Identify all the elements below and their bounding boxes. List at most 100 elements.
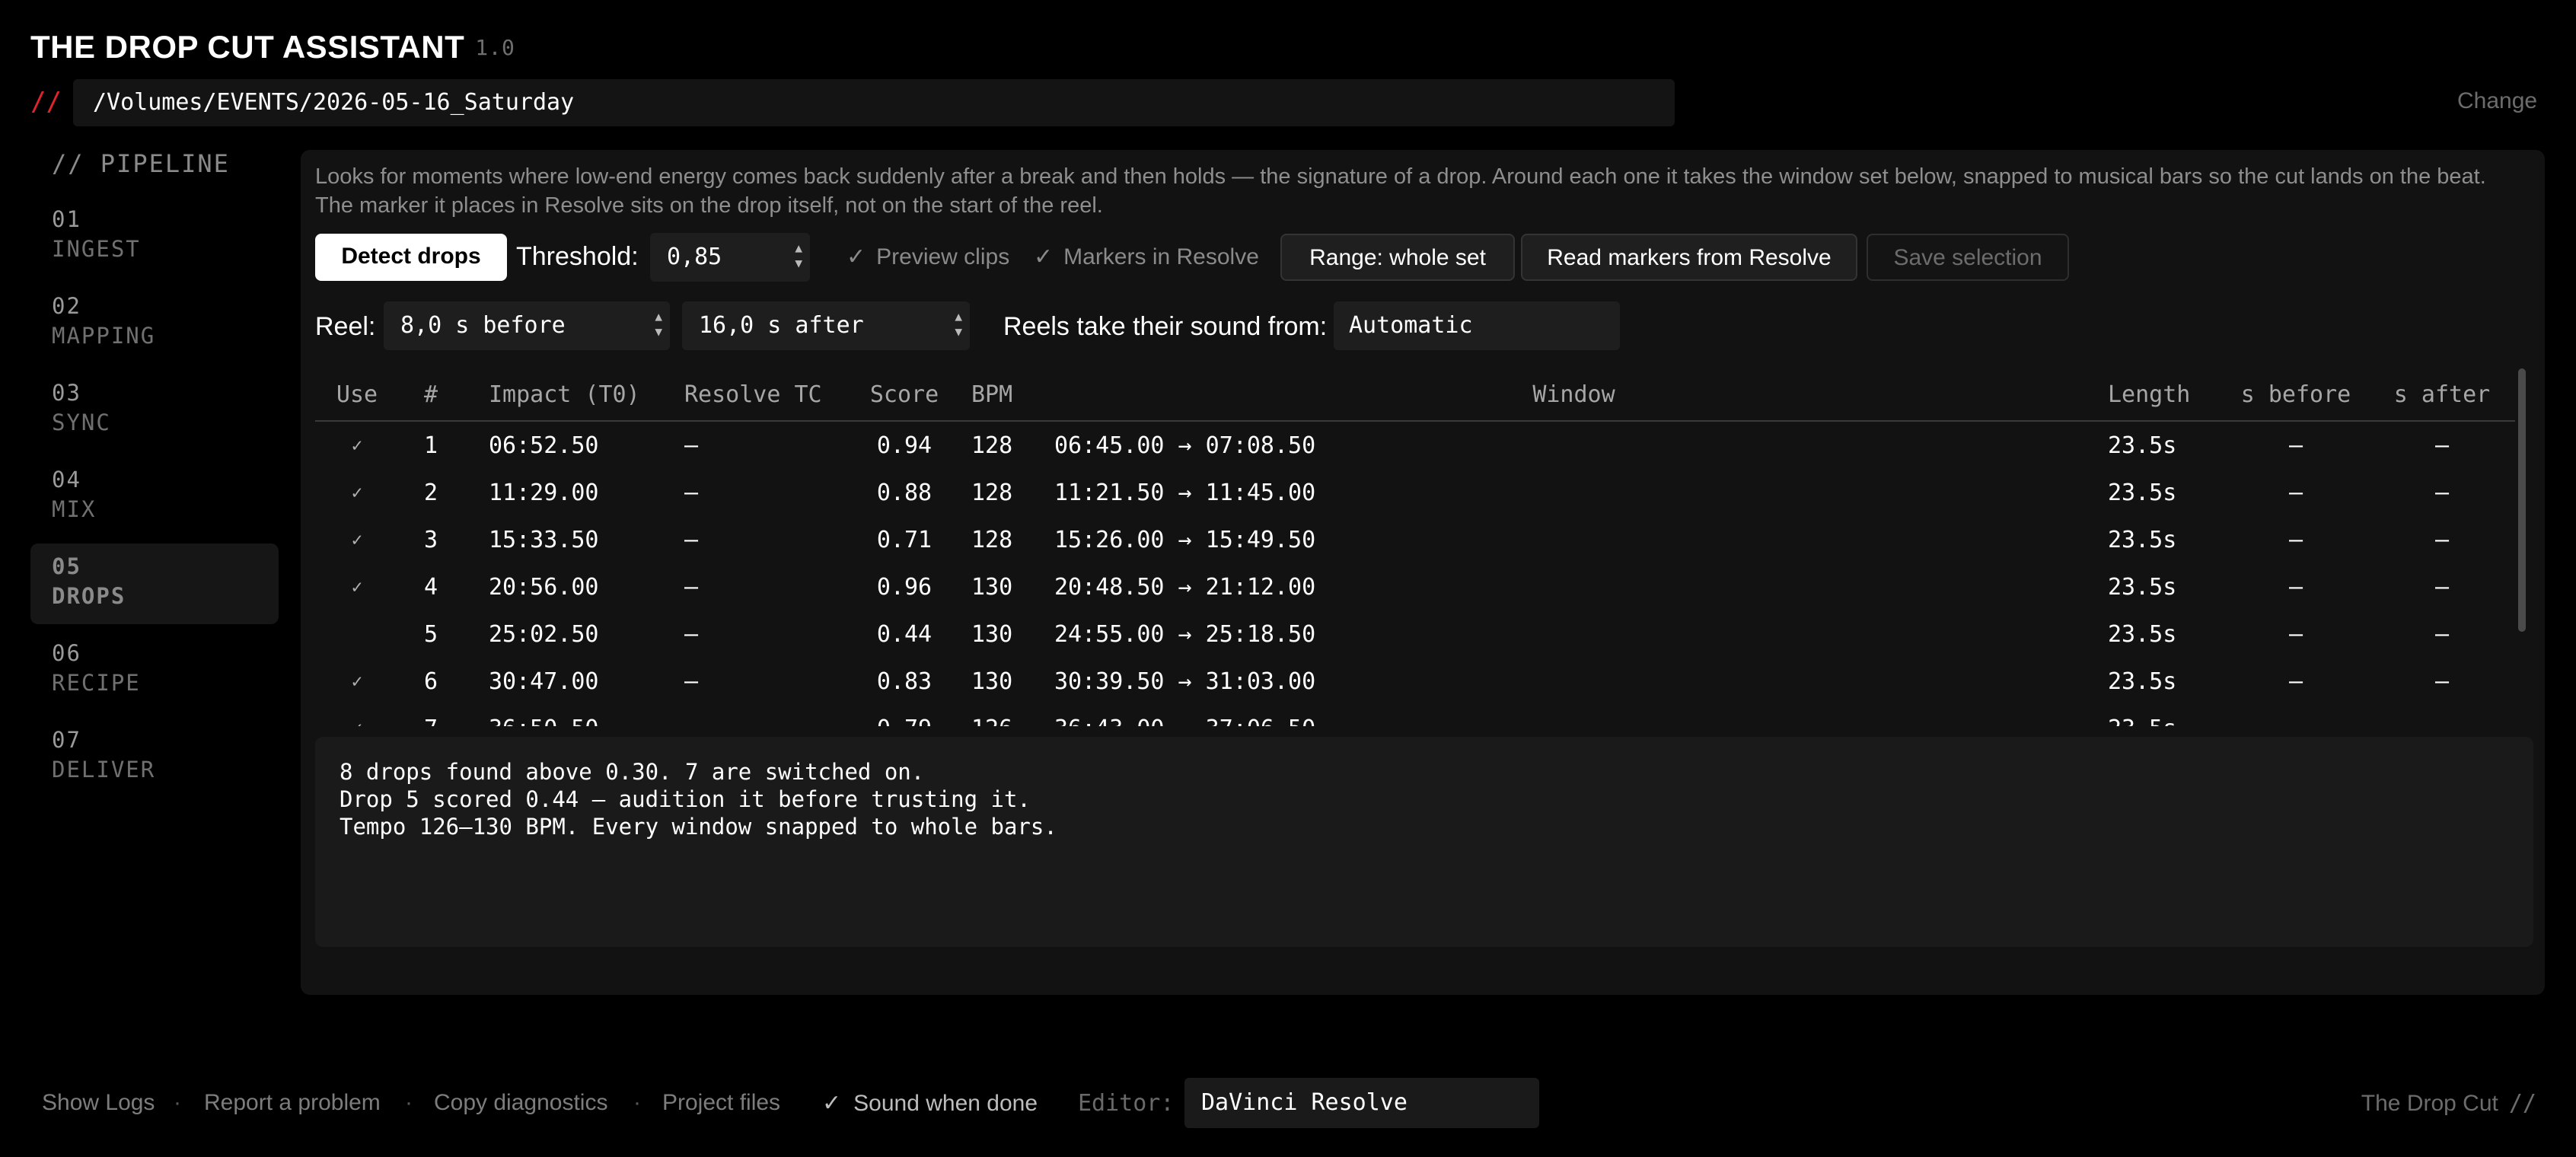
column-header-resolve-tc[interactable]: Resolve TC xyxy=(678,368,851,422)
markers-in-resolve-label: Markers in Resolve xyxy=(1063,244,1259,269)
footer-separator: · xyxy=(633,1090,641,1115)
sidebar-item-number: 02 xyxy=(52,293,81,319)
reel-before-spinbox[interactable]: 8,0 s before ▲ ▼ xyxy=(384,301,670,350)
sound-when-done-checkbox[interactable]: ✓ Sound when done xyxy=(822,1090,1038,1117)
cell-resolve-tc: – xyxy=(684,526,699,553)
table-row[interactable]: ✓ 6 30:47.00 – 0.83 130 30:39.50 → 31:03.00 23.… xyxy=(315,658,2515,705)
cell-score: 0.44 xyxy=(876,620,933,648)
change-path-button[interactable]: Change xyxy=(2457,88,2537,114)
table-row[interactable]: 5 25:02.50 – 0.44 130 24:55.00 → 25:18.50 23.5… xyxy=(315,610,2515,658)
column-header-length[interactable]: Length xyxy=(2094,368,2223,422)
save-selection-button[interactable]: Save selection xyxy=(1867,234,2069,281)
check-icon: ✓ xyxy=(822,1091,842,1116)
column-header-bpm[interactable]: BPM xyxy=(958,368,1045,422)
sidebar-item-number: 04 xyxy=(52,467,81,492)
cell-bpm: 130 xyxy=(971,668,1013,695)
show-logs-link[interactable]: Show Logs xyxy=(42,1090,155,1116)
cell-s-before: – xyxy=(2288,432,2303,459)
read-markers-button[interactable]: Read markers from Resolve xyxy=(1521,234,1857,281)
log-output: 8 drops found above 0.30. 7 are switched… xyxy=(315,737,2533,947)
cell-s-after: – xyxy=(2434,573,2450,601)
cell-length: 23.5s xyxy=(2108,479,2177,506)
cell-use[interactable]: ✓ xyxy=(315,421,399,469)
project-path-field[interactable]: /Volumes/EVENTS/2026-05-16_Saturday xyxy=(73,79,1675,126)
table-row[interactable]: ✓ 3 15:33.50 – 0.71 128 15:26.00 → 15:49.50 23.… xyxy=(315,516,2515,563)
column-header-s-after[interactable]: s after xyxy=(2369,368,2515,422)
spin-arrows-icon[interactable]: ▲ ▼ xyxy=(955,309,962,339)
table-scrollbar[interactable] xyxy=(2515,368,2529,726)
cell-impact: 15:33.50 xyxy=(489,526,599,553)
app-title-text: THE DROP CUT ASSISTANT xyxy=(30,29,465,65)
cell-use[interactable] xyxy=(315,610,399,658)
sidebar-item-label: INGEST xyxy=(52,236,141,262)
column-header-impact[interactable]: Impact (T0) xyxy=(463,368,678,422)
sidebar-item-ingest[interactable]: 01 INGEST xyxy=(30,196,279,277)
cell-use[interactable]: ✓ xyxy=(315,516,399,563)
cell-window: 24:55.00 → 25:18.50 xyxy=(1054,620,1316,648)
cell-length: 23.5s xyxy=(2108,573,2177,601)
table-row[interactable]: ✓ 4 20:56.00 – 0.96 130 20:48.50 → 21:12.00 23.… xyxy=(315,563,2515,610)
cell-s-after: – xyxy=(2434,479,2450,506)
sidebar-item-label: DROPS xyxy=(52,583,126,609)
copy-diagnostics-link[interactable]: Copy diagnostics xyxy=(434,1090,607,1116)
table-row[interactable]: ✓ 2 11:29.00 – 0.88 128 11:21.50 → 11:45.00 23.… xyxy=(315,469,2515,516)
sound-source-label: Reels take their sound from: xyxy=(1003,312,1328,341)
cell-bpm: 128 xyxy=(971,479,1013,506)
cell-impact: 06:52.50 xyxy=(489,432,599,459)
cell-length: 23.5s xyxy=(2108,668,2177,695)
cell-resolve-tc: – xyxy=(684,479,699,506)
cell-bpm: 130 xyxy=(971,620,1013,648)
cell-score: 0.71 xyxy=(876,526,933,553)
app-version: 1.0 xyxy=(475,35,515,60)
brand-slashes: // xyxy=(2508,1090,2536,1117)
detect-drops-button[interactable]: Detect drops xyxy=(315,234,507,281)
spin-arrows-icon[interactable]: ▲ ▼ xyxy=(655,309,662,339)
sidebar-item-mapping[interactable]: 02 MAPPING xyxy=(30,283,279,364)
column-header-window[interactable]: Window xyxy=(1045,368,2094,422)
project-files-link[interactable]: Project files xyxy=(662,1090,780,1116)
cell-s-before: – xyxy=(2288,668,2303,695)
column-header-score[interactable]: Score xyxy=(851,368,958,422)
app-title: THE DROP CUT ASSISTANT 1.0 xyxy=(30,29,515,65)
markers-in-resolve-checkbox[interactable]: ✓ Markers in Resolve xyxy=(1034,244,1259,270)
range-button[interactable]: Range: whole set xyxy=(1280,234,1515,281)
drops-table-container: Use # Impact (T0) Resolve TC Score BPM Window L… xyxy=(315,368,2515,726)
table-row[interactable]: ✓736:50.50–0.7912636:43.00 → 37:06.5023.… xyxy=(315,705,2515,727)
cell-s-after: – xyxy=(2434,620,2450,648)
sidebar-item-drops[interactable]: 05 DROPS xyxy=(30,543,279,624)
scrollbar-thumb[interactable] xyxy=(2518,368,2526,632)
sidebar-item-deliver[interactable]: 07 DELIVER xyxy=(30,717,279,798)
log-line: Drop 5 scored 0.44 — audition it before … xyxy=(340,786,1031,812)
report-problem-link[interactable]: Report a problem xyxy=(204,1090,381,1116)
drops-table: Use # Impact (T0) Resolve TC Score BPM Window L… xyxy=(315,368,2515,726)
column-header-use[interactable]: Use xyxy=(315,368,399,422)
cell-use[interactable]: ✓ xyxy=(315,469,399,516)
sidebar-item-sync[interactable]: 03 SYNC xyxy=(30,370,279,451)
check-icon: ✓ xyxy=(846,244,866,269)
column-header-s-before[interactable]: s before xyxy=(2223,368,2369,422)
cell-impact: 25:02.50 xyxy=(489,620,599,648)
threshold-spinbox[interactable]: 0,85 ▲ ▼ xyxy=(650,233,810,282)
sidebar-item-number: 06 xyxy=(52,640,81,666)
cell-use[interactable]: ✓ xyxy=(315,563,399,610)
reel-after-spinbox[interactable]: 16,0 s after ▲ ▼ xyxy=(682,301,970,350)
cell-bpm: 126 xyxy=(958,705,1045,727)
sidebar-item-recipe[interactable]: 06 RECIPE xyxy=(30,630,279,711)
cell-resolve-tc: – xyxy=(684,573,699,601)
sidebar-item-mix[interactable]: 04 MIX xyxy=(30,457,279,537)
cell-impact: 30:47.00 xyxy=(489,668,599,695)
cell-resolve-tc: – xyxy=(678,705,851,727)
column-header-number[interactable]: # xyxy=(399,368,463,422)
editor-select[interactable]: DaVinci Resolve xyxy=(1184,1078,1539,1128)
cell-bpm: 128 xyxy=(971,526,1013,553)
table-row[interactable]: ✓ 1 06:52.50 – 0.94 128 06:45.00 → 07:08.50 23.… xyxy=(315,421,2515,469)
spin-arrows-icon[interactable]: ▲ ▼ xyxy=(795,241,802,271)
cell-number: 2 xyxy=(423,479,438,506)
cell-use[interactable]: ✓ xyxy=(315,658,399,705)
sound-source-select[interactable]: Automatic xyxy=(1334,301,1620,350)
cell-use[interactable]: ✓ xyxy=(315,705,399,726)
cell-s-after: – xyxy=(2434,668,2450,695)
cell-number: 3 xyxy=(423,526,438,553)
cell-number: 4 xyxy=(423,573,438,601)
preview-clips-checkbox[interactable]: ✓ Preview clips xyxy=(846,244,1009,270)
